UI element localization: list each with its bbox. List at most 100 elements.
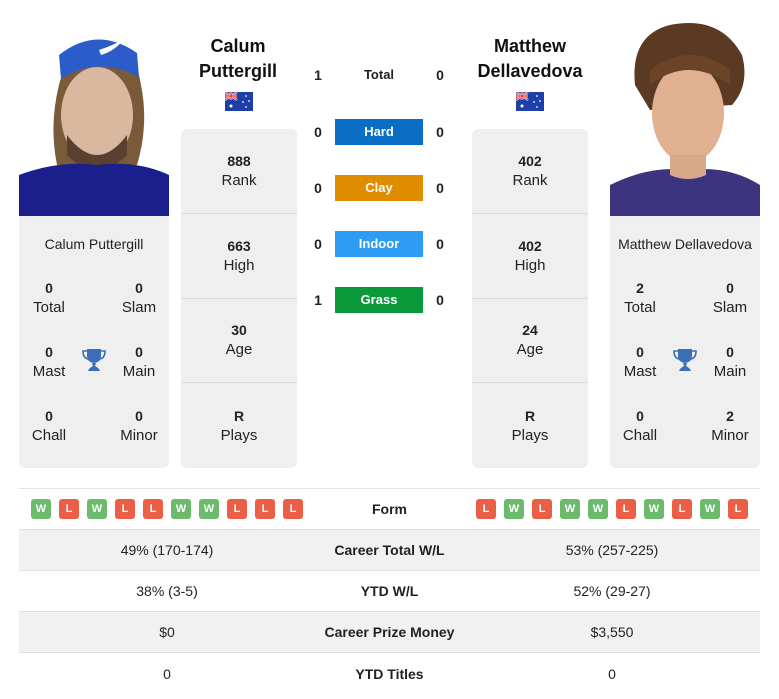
player2-photo-image xyxy=(610,15,760,216)
h2h-row-indoor: 0 Indoor 0 xyxy=(300,230,480,258)
form-win-badge[interactable]: W xyxy=(199,499,219,519)
player1-titles-chall: 0 Chall xyxy=(19,406,79,446)
player2-titles-chall: 0 Chall xyxy=(610,406,670,446)
ytd-wl-left: 38% (3-5) xyxy=(136,583,198,599)
player1-titles-chall-value: 0 xyxy=(45,408,53,424)
form-loss-badge[interactable]: L xyxy=(227,499,247,519)
h2h-clay-label[interactable]: Clay xyxy=(335,175,423,201)
player2-plays-label: Plays xyxy=(511,426,549,444)
player1-titles-mast-value: 0 xyxy=(45,344,53,360)
player1-titles-main: 0 Main xyxy=(109,342,169,382)
player1-titles-card: Calum Puttergill 0 Total 0 Slam 0 Mast 0… xyxy=(19,216,169,468)
player1-name-line2: Puttergill xyxy=(198,61,277,81)
h2h-clay-right: 0 xyxy=(436,180,444,196)
player1-titles-minor-value: 0 xyxy=(135,408,143,424)
player1-titles-mast-label: Mast xyxy=(32,363,66,380)
form-loss-badge[interactable]: L xyxy=(59,499,79,519)
player2-plays: R Plays xyxy=(472,383,588,468)
player1-name-heading[interactable]: Calum Puttergill xyxy=(163,34,313,84)
form-win-badge[interactable]: W xyxy=(504,499,524,519)
form-win-badge[interactable]: W xyxy=(644,499,664,519)
player2-titles-minor-value: 2 xyxy=(726,408,734,424)
player2-high-value: 402 xyxy=(518,237,542,254)
h2h-grass-label[interactable]: Grass xyxy=(335,287,423,313)
table-row: $0 Career Prize Money $3,550 xyxy=(19,612,760,653)
player1-titles-slam-value: 0 xyxy=(135,280,143,296)
player1-titles-chall-label: Chall xyxy=(31,427,67,444)
player2-titles-mast-value: 0 xyxy=(636,344,644,360)
form-loss-badge[interactable]: L xyxy=(255,499,275,519)
form-win-badge[interactable]: W xyxy=(588,499,608,519)
h2h-indoor-right: 0 xyxy=(436,236,444,252)
form-win-badge[interactable]: W xyxy=(700,499,720,519)
player1-age: 30 Age xyxy=(181,299,297,384)
ytd-titles-right: 0 xyxy=(608,665,616,682)
player1-high: 663 High xyxy=(181,214,297,299)
player2-name-heading[interactable]: Matthew Dellavedova xyxy=(455,34,605,84)
player2-titles-minor: 2 Minor xyxy=(700,406,760,446)
h2h-row-clay: 0 Clay 0 xyxy=(300,174,480,202)
career-wl-label: Career Total W/L xyxy=(334,542,445,558)
player2-titles-total-label: Total xyxy=(624,299,656,316)
player2-titles-minor-label: Minor xyxy=(711,427,749,444)
table-row: 38% (3-5) YTD W/L 52% (29-27) xyxy=(19,571,760,612)
form-loss-badge[interactable]: L xyxy=(476,499,496,519)
player1-info-card: 888 Rank 663 High 30 Age R Plays xyxy=(181,129,297,468)
form-label: Form xyxy=(372,501,407,517)
trophy-icon xyxy=(672,347,698,373)
form-win-badge[interactable]: W xyxy=(171,499,191,519)
player1-plays-value: R xyxy=(233,407,245,424)
player2-titles-mast: 0 Mast xyxy=(610,342,670,382)
player2-titles-mast-label: Mast xyxy=(623,363,657,380)
form-loss-badge[interactable]: L xyxy=(283,499,303,519)
player2-name-line2: Dellavedova xyxy=(477,61,583,81)
player2-titles-slam-label: Slam xyxy=(712,299,748,316)
h2h-hard-right: 0 xyxy=(436,124,444,140)
h2h-row-hard: 0 Hard 0 xyxy=(300,118,480,146)
form-loss-badge[interactable]: L xyxy=(115,499,135,519)
australia-flag-icon xyxy=(225,92,253,111)
form-win-badge[interactable]: W xyxy=(560,499,580,519)
player2-titles-main-value: 0 xyxy=(726,344,734,360)
player1-titles-main-value: 0 xyxy=(135,344,143,360)
form-loss-badge[interactable]: L xyxy=(616,499,636,519)
career-wl-right: 53% (257-225) xyxy=(565,542,659,558)
form-loss-badge[interactable]: L xyxy=(532,499,552,519)
player2-age: 24 Age xyxy=(472,299,588,384)
table-row: 49% (170-174) Career Total W/L 53% (257-… xyxy=(19,530,760,571)
player1-titles-name[interactable]: Calum Puttergill xyxy=(19,234,169,254)
player2-plays-value: R xyxy=(524,407,536,424)
form-loss-badge[interactable]: L xyxy=(728,499,748,519)
player1-titles-mast: 0 Mast xyxy=(19,342,79,382)
form-win-badge[interactable]: W xyxy=(87,499,107,519)
player2-titles-name[interactable]: Matthew Dellavedova xyxy=(610,234,760,254)
player2-info-card: 402 Rank 402 High 24 Age R Plays xyxy=(472,129,588,468)
player1-titles-slam-label: Slam xyxy=(121,299,157,316)
career-wl-left: 49% (170-174) xyxy=(120,542,214,558)
player1-rank-label: Rank xyxy=(221,171,257,189)
h2h-clay-left: 0 xyxy=(314,180,322,196)
h2h-indoor-left: 0 xyxy=(314,236,322,252)
h2h-hard-label[interactable]: Hard xyxy=(335,119,423,145)
form-loss-badge[interactable]: L xyxy=(143,499,163,519)
prize-money-label: Career Prize Money xyxy=(324,624,455,640)
h2h-row-total: 1 Total 0 xyxy=(300,61,480,89)
h2h-indoor-label[interactable]: Indoor xyxy=(335,231,423,257)
player1-form: WLWLLWWLLL xyxy=(19,499,315,519)
form-loss-badge[interactable]: L xyxy=(672,499,692,519)
form-win-badge[interactable]: W xyxy=(31,499,51,519)
prize-money-right: $3,550 xyxy=(590,624,634,640)
ytd-titles-left: 0 xyxy=(163,665,171,682)
h2h-total-left: 1 xyxy=(314,67,322,83)
player2-titles-chall-label: Chall xyxy=(622,427,658,444)
player1-high-label: High xyxy=(223,256,255,274)
player1-plays: R Plays xyxy=(181,383,297,468)
prize-money-left: $0 xyxy=(159,624,175,640)
player1-photo xyxy=(19,15,169,216)
player2-titles-card: Matthew Dellavedova 2 Total 0 Slam 0 Mas… xyxy=(610,216,760,468)
player2-photo xyxy=(610,15,760,216)
comparison-table: WLWLLWWLLL Form LWLWWLWLWL 49% (170-174)… xyxy=(19,488,760,694)
form-row: WLWLLWWLLL Form LWLWWLWLWL xyxy=(19,489,760,530)
player1-titles-slam: 0 Slam xyxy=(109,278,169,318)
player1-titles-total-value: 0 xyxy=(45,280,53,296)
